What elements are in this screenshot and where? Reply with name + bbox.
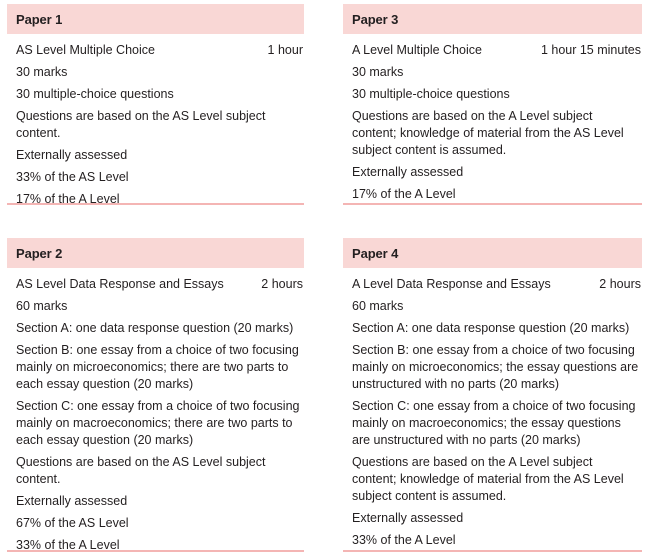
paper-2-header-title: Paper 2 (16, 245, 63, 261)
paper-2-header: Paper 2 (7, 238, 304, 268)
paper-4-detail: 33% of the A Level (352, 533, 456, 547)
paper-card-4: Paper 4 A Level Data Response and Essays… (343, 238, 642, 554)
assessment-overview-page: Paper 1 AS Level Multiple Choice 1 hour … (0, 0, 649, 559)
paper-3-header-title: Paper 3 (352, 11, 399, 27)
paper-1-summary-row: AS Level Multiple Choice 1 hour (16, 42, 304, 59)
paper-4-duration: 2 hours (599, 277, 641, 291)
paper-2-detail: Questions are based on the AS Level subj… (16, 455, 266, 486)
paper-3-component-name: A Level Multiple Choice (352, 43, 482, 57)
paper-1-detail: 30 multiple-choice questions (16, 87, 174, 101)
paper-4-detail: Questions are based on the A Level subje… (352, 455, 624, 503)
paper-2-duration: 2 hours (261, 277, 303, 291)
paper-3-divider (343, 203, 642, 205)
paper-1-header-title: Paper 1 (16, 11, 63, 27)
paper-3-header: Paper 3 (343, 4, 642, 34)
paper-card-2: Paper 2 AS Level Data Response and Essay… (7, 238, 304, 559)
paper-4-detail: 60 marks (352, 299, 404, 313)
paper-3-detail: 17% of the A Level (352, 187, 456, 201)
paper-1-detail: 30 marks (16, 65, 68, 79)
paper-1-detail: 17% of the A Level (16, 192, 120, 206)
paper-2-detail: Section A: one data response question (2… (16, 321, 294, 335)
paper-1-detail: Externally assessed (16, 148, 128, 162)
paper-1-header: Paper 1 (7, 4, 304, 34)
paper-1-body: AS Level Multiple Choice 1 hour 30 marks… (7, 34, 304, 208)
paper-2-detail: 67% of the AS Level (16, 516, 129, 530)
paper-1-duration: 1 hour (267, 43, 303, 57)
paper-2-divider (7, 550, 304, 552)
paper-4-divider (343, 550, 642, 552)
paper-4-header: Paper 4 (343, 238, 642, 268)
paper-1-detail: 33% of the AS Level (16, 170, 129, 184)
paper-4-summary-row: A Level Data Response and Essays 2 hours (352, 276, 642, 293)
paper-3-duration: 1 hour 15 minutes (540, 43, 641, 57)
paper-4-detail: Section C: one essay from a choice of tw… (352, 399, 636, 447)
paper-3-detail: Externally assessed (352, 165, 464, 179)
paper-1-divider (7, 203, 304, 205)
paper-2-detail: Externally assessed (16, 494, 128, 508)
paper-card-1: Paper 1 AS Level Multiple Choice 1 hour … (7, 4, 304, 213)
paper-3-detail: 30 multiple-choice questions (352, 87, 510, 101)
paper-4-detail: Section A: one data response question (2… (352, 321, 630, 335)
paper-3-detail: Questions are based on the A Level subje… (352, 109, 624, 157)
paper-3-summary-row: A Level Multiple Choice 1 hour 15 minute… (352, 42, 642, 59)
paper-1-detail: Questions are based on the AS Level subj… (16, 109, 266, 140)
paper-3-body: A Level Multiple Choice 1 hour 15 minute… (343, 34, 642, 203)
paper-2-component-name: AS Level Data Response and Essays (16, 277, 224, 291)
paper-card-3: Paper 3 A Level Multiple Choice 1 hour 1… (343, 4, 642, 208)
paper-4-detail: Externally assessed (352, 511, 464, 525)
paper-2-detail: Section C: one essay from a choice of tw… (16, 399, 300, 447)
paper-1-component-name: AS Level Multiple Choice (16, 43, 155, 57)
paper-4-body: A Level Data Response and Essays 2 hours… (343, 268, 642, 549)
paper-2-detail: 60 marks (16, 299, 68, 313)
paper-2-body: AS Level Data Response and Essays 2 hour… (7, 268, 304, 554)
paper-3-detail: 30 marks (352, 65, 404, 79)
paper-4-component-name: A Level Data Response and Essays (352, 277, 551, 291)
paper-2-summary-row: AS Level Data Response and Essays 2 hour… (16, 276, 304, 293)
paper-4-detail: Section B: one essay from a choice of tw… (352, 343, 639, 391)
paper-2-detail: Section B: one essay from a choice of tw… (16, 343, 299, 391)
paper-4-header-title: Paper 4 (352, 245, 399, 261)
